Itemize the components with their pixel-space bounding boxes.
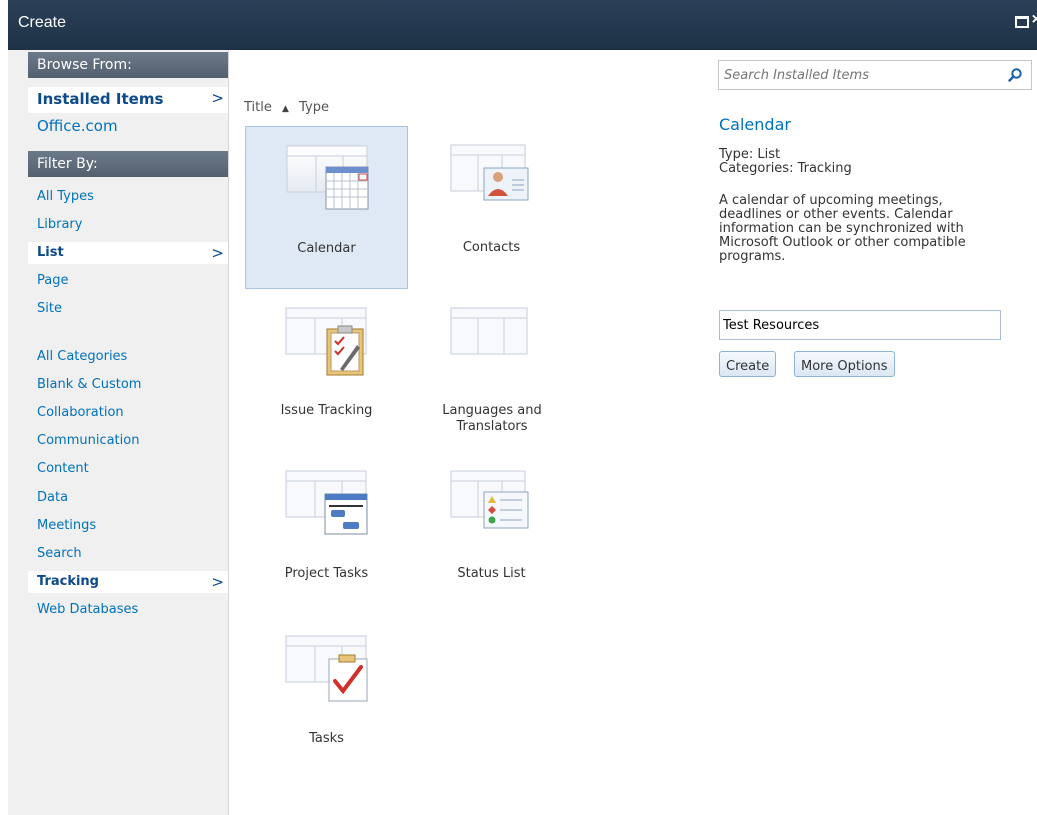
nav-item-site[interactable]: Site [28, 298, 228, 320]
window-left-edge [0, 0, 8, 815]
search-icon[interactable] [1007, 67, 1023, 83]
nav-item-label: Meetings [37, 518, 97, 533]
nav-item-communication[interactable]: Communication [28, 430, 228, 452]
nav-item-list[interactable]: List > [28, 242, 228, 264]
chevron-right-icon: > [211, 89, 224, 107]
more-options-button[interactable]: More Options [794, 351, 895, 377]
nav-item-label: Site [37, 301, 62, 316]
nav-item-data[interactable]: Data [28, 487, 228, 509]
search-input[interactable] [724, 62, 1004, 88]
browse-from-header: Browse From: [28, 52, 228, 78]
nav-item-office-com[interactable]: Office.com [28, 114, 228, 140]
nav-item-label: List [37, 245, 64, 260]
nav-item-label: All Types [37, 189, 94, 204]
create-button[interactable]: Create [719, 351, 777, 377]
nav-item-label: Page [37, 273, 69, 288]
search-box [718, 60, 1032, 90]
detail-title: Calendar [719, 115, 791, 134]
sort-header: Title ▲ Type [244, 100, 335, 115]
project-tasks-icon [285, 470, 368, 535]
item-label: Issue Tracking [280, 403, 373, 418]
nav-item-label: Installed Items [37, 90, 164, 108]
nav-item-label: Communication [37, 433, 140, 448]
nav-item-label: Library [37, 217, 83, 232]
nav-item-tracking[interactable]: Tracking > [28, 571, 228, 593]
item-tile-status-list[interactable]: Status List [410, 452, 573, 615]
item-label: Status List [457, 566, 526, 581]
chevron-right-icon: > [211, 244, 224, 262]
item-tile-tasks[interactable]: Tasks [245, 617, 408, 780]
nav-item-collaboration[interactable]: Collaboration [28, 402, 228, 424]
sort-by-title-link[interactable]: Title [244, 100, 272, 115]
item-label: Calendar [297, 241, 356, 256]
nav-item-library[interactable]: Library [28, 214, 228, 236]
languages-icon [450, 307, 528, 355]
tasks-icon [285, 635, 368, 702]
dialog-titlebar: Create × [8, 0, 1037, 50]
nav-item-label: Web Databases [37, 602, 139, 617]
item-tile-project-tasks[interactable]: Project Tasks [245, 452, 408, 615]
calendar-icon [286, 145, 369, 210]
chevron-right-icon: > [211, 573, 224, 591]
sort-ascending-icon: ▲ [282, 104, 289, 114]
item-label: Tasks [309, 731, 344, 746]
nav-item-label: Blank & Custom [37, 377, 142, 392]
nav-item-label: Search [37, 546, 82, 561]
item-label: Contacts [462, 240, 521, 255]
issue-tracking-icon [285, 307, 367, 376]
sort-by-type-link[interactable]: Type [299, 100, 329, 115]
item-tile-issue-tracking[interactable]: Issue Tracking [245, 289, 408, 452]
detail-meta: Type: List Categories: Tracking [719, 148, 852, 176]
nav-item-label: Collaboration [37, 405, 124, 420]
nav-item-all-categories[interactable]: All Categories [28, 346, 228, 368]
item-tile-contacts[interactable]: Contacts [410, 126, 573, 289]
detail-type: Type: List [719, 147, 781, 162]
item-label: Project Tasks [284, 566, 369, 581]
item-tile-languages-and-translators[interactable]: Languages and Translators [410, 289, 573, 452]
left-navigation: Browse From: Installed Items > Office.co… [8, 50, 229, 815]
dialog-title: Create [18, 14, 67, 31]
nav-item-label: All Categories [37, 349, 128, 364]
filter-by-header: Filter By: [28, 151, 228, 177]
name-field [719, 310, 1001, 340]
close-icon[interactable]: × [1032, 11, 1037, 29]
nav-item-web-databases[interactable]: Web Databases [28, 599, 228, 621]
detail-description: A calendar of upcoming meetings, deadlin… [719, 193, 966, 264]
item-tile-calendar[interactable]: Calendar [245, 126, 408, 289]
maximize-icon[interactable] [1015, 16, 1029, 28]
detail-categories: Categories: Tracking [719, 161, 852, 176]
nav-item-label: Content [37, 461, 89, 476]
nav-item-label: Office.com [37, 117, 118, 135]
status-list-icon [450, 470, 529, 529]
contacts-icon [450, 144, 529, 201]
nav-item-content[interactable]: Content [28, 458, 228, 480]
nav-item-meetings[interactable]: Meetings [28, 515, 228, 537]
name-input[interactable] [723, 312, 993, 338]
nav-item-search[interactable]: Search [28, 543, 228, 565]
nav-item-label: Data [37, 490, 69, 505]
nav-item-installed-items[interactable]: Installed Items > [28, 87, 228, 113]
nav-item-blank-custom[interactable]: Blank & Custom [28, 374, 228, 396]
item-label: Languages and Translators [442, 403, 542, 434]
nav-item-page[interactable]: Page [28, 270, 228, 292]
nav-item-label: Tracking [37, 574, 99, 589]
nav-item-all-types[interactable]: All Types [28, 186, 228, 208]
